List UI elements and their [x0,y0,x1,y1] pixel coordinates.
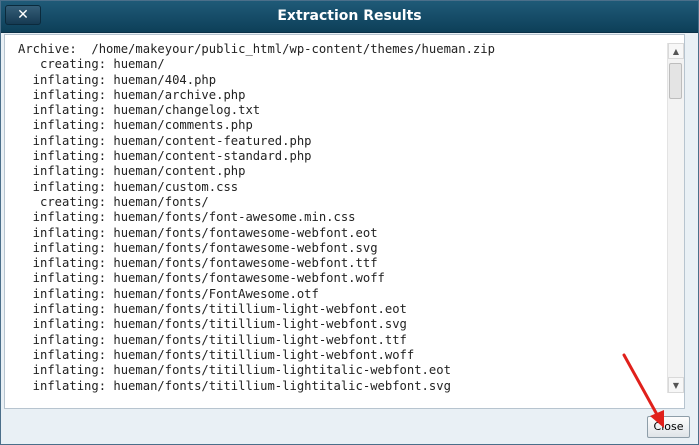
log-line: inflating: hueman/404.php [18,72,217,87]
log-line: inflating: hueman/content.php [18,164,246,179]
extraction-log: Archive: /home/makeyour/public_html/wp-c… [18,42,495,394]
log-output-panel: Archive: /home/makeyour/public_html/wp-c… [4,34,685,409]
vertical-scrollbar[interactable]: ▲ ▼ [667,43,684,393]
log-line: creating: hueman/fonts/ [18,194,209,209]
log-line: inflating: hueman/fonts/fontawesome-webf… [18,240,378,255]
log-line: inflating: hueman/fonts/FontAwesome.otf [18,286,319,301]
log-line: inflating: hueman/archive.php [18,87,246,102]
chevron-up-icon[interactable]: ▲ [668,43,684,59]
log-line: inflating: hueman/fonts/titillium-light-… [18,347,415,362]
log-line: inflating: hueman/fonts/titillium-light-… [18,302,407,317]
log-line: inflating: hueman/fonts/titillium-light-… [18,317,407,332]
chevron-down-icon[interactable]: ▼ [668,377,684,393]
log-line: inflating: hueman/fonts/font-awesome.min… [18,210,356,225]
dialog-titlebar: ✕ Extraction Results [1,1,698,33]
log-line: inflating: hueman/changelog.txt [18,103,261,118]
log-line: inflating: hueman/custom.css [18,179,239,194]
log-line: inflating: hueman/content-standard.php [18,149,312,164]
log-line: inflating: hueman/content-featured.php [18,133,312,148]
extraction-results-dialog: ✕ Extraction Results Archive: /home/make… [0,0,699,445]
log-line: inflating: hueman/fonts/fontawesome-webf… [18,225,378,240]
log-line: inflating: hueman/comments.php [18,118,253,133]
log-line: inflating: hueman/fonts/fontawesome-webf… [18,256,378,271]
log-line: inflating: hueman/fonts/titillium-lighti… [18,378,451,393]
dialog-title: Extraction Results [277,8,422,24]
log-line: inflating: hueman/fonts/titillium-lighti… [18,363,451,378]
close-button[interactable]: Close [647,416,690,438]
log-line: Archive: /home/makeyour/public_html/wp-c… [18,42,495,56]
log-line: inflating: hueman/fonts/titillium-light-… [18,332,407,347]
log-line: inflating: hueman/fonts/fontawesome-webf… [18,271,385,286]
log-line: creating: hueman/ [18,57,165,72]
scrollbar-thumb[interactable] [669,63,682,99]
dialog-footer [1,410,698,444]
